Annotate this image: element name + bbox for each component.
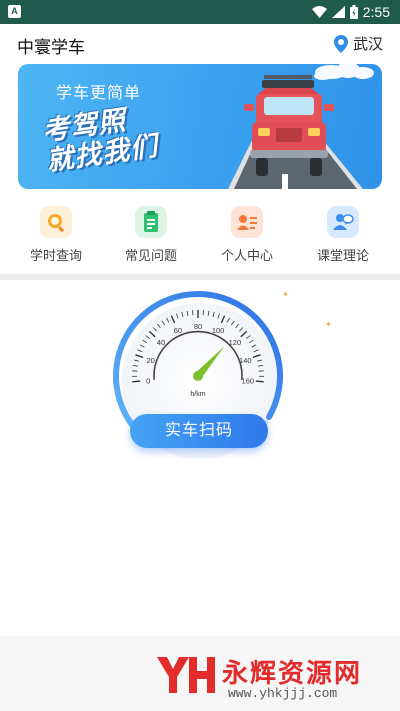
- status-icons: 2:55: [311, 0, 390, 24]
- location-selector[interactable]: 武汉: [333, 33, 383, 54]
- nav-label-personal-center: 个人中心: [220, 248, 273, 263]
- gauge-tick-label: 0: [146, 376, 150, 385]
- nav-label-study-hours: 学时查询: [29, 248, 82, 263]
- section-divider: [0, 274, 400, 280]
- promo-banner[interactable]: 学车更简单 考驾照 就找我们: [18, 64, 382, 189]
- gauge-tick-label: 80: [194, 322, 202, 331]
- nav-label-classroom-theory: 课堂理论: [316, 248, 369, 263]
- sparkle-decoration: ✦: [282, 290, 289, 299]
- people-talk-icon: [327, 206, 359, 238]
- app-header: 中寰学车 武汉: [0, 24, 400, 62]
- scan-car-button[interactable]: 实车扫码: [130, 414, 268, 448]
- gauge-tick: [132, 380, 141, 383]
- signal-icon: [331, 6, 345, 18]
- wifi-icon: [311, 6, 327, 18]
- clipboard-icon: [135, 206, 167, 238]
- watermark-url: www.yhkjjj.com: [228, 686, 338, 701]
- notification-icon: A: [8, 5, 21, 18]
- status-time: 2:55: [362, 4, 390, 20]
- gauge-tick: [255, 380, 264, 383]
- watermark-logo: [157, 657, 215, 693]
- battery-icon: [349, 5, 358, 19]
- watermark-footer: 永辉资源网 www.yhkjjj.com: [0, 636, 400, 711]
- speed-unit-label: h/km: [190, 391, 205, 398]
- nav-item-faq[interactable]: 常见问题: [111, 200, 191, 264]
- app-title: 中寰学车: [17, 38, 85, 57]
- location-name: 武汉: [352, 36, 383, 53]
- nav-item-personal-center[interactable]: 个人中心: [207, 200, 287, 264]
- contact-card-icon: [231, 206, 263, 238]
- quick-nav: 学时查询 常见问题 个人中心 课堂理论: [0, 200, 400, 266]
- map-pin-icon: [333, 34, 348, 53]
- nav-item-study-hours[interactable]: 学时查询: [16, 200, 96, 264]
- status-bar: A 2:55: [0, 0, 400, 24]
- gauge-tick-label: 160: [242, 376, 255, 385]
- nav-label-faq: 常见问题: [124, 248, 177, 263]
- clock-search-icon: [40, 206, 72, 238]
- gauge-tick-label: 60: [174, 326, 182, 335]
- gauge-tick-label: 40: [157, 338, 165, 347]
- gauge-tick-label: 20: [147, 356, 155, 365]
- banner-subtitle: 学车更简单: [56, 85, 142, 102]
- watermark-title: 永辉资源网: [222, 658, 363, 688]
- sparkle-decoration: ✦: [325, 320, 332, 329]
- nav-item-classroom-theory[interactable]: 课堂理论: [303, 200, 383, 264]
